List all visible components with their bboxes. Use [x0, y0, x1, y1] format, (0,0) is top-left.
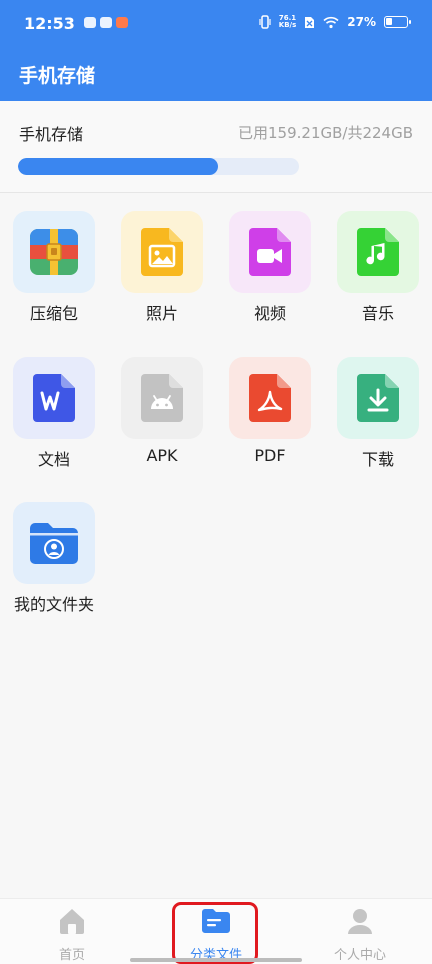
apk-tile: [121, 357, 203, 439]
home-indicator[interactable]: [130, 958, 302, 962]
category-label: 下载: [361, 450, 394, 469]
storage-panel: 手机存储 已用159.21GB/共224GB: [0, 101, 432, 193]
category-videos[interactable]: 视频: [220, 211, 320, 324]
battery-icon: [384, 16, 411, 28]
wifi-icon: [323, 16, 339, 28]
category-label: 音乐: [361, 304, 394, 323]
my-folder-tile: [13, 502, 95, 584]
category-label: PDF: [254, 446, 286, 465]
category-label: APK: [146, 446, 178, 465]
document-tile: [13, 357, 95, 439]
status-bar: 12:53 76.1 KB/s 27%: [0, 0, 432, 43]
photo-icon: [141, 228, 183, 276]
category-pdf[interactable]: PDF: [220, 357, 320, 465]
nav-label: 个人中心: [333, 948, 386, 963]
category-label: 照片: [145, 304, 178, 323]
category-label: 视频: [253, 304, 286, 323]
category-label: 我的文件夹: [13, 595, 94, 614]
pdf-tile: [229, 357, 311, 439]
category-label: 文档: [37, 450, 70, 469]
no-sim-icon: [305, 16, 315, 28]
video-tile: [229, 211, 311, 293]
notification-app-icon: [84, 17, 96, 28]
network-speed: 76.1 KB/s: [279, 15, 296, 29]
network-speed-unit: KB/s: [278, 21, 297, 29]
vibrate-icon: [259, 15, 271, 29]
category-documents[interactable]: 文档: [4, 357, 104, 470]
download-tile: [337, 357, 419, 439]
storage-progress-bar: [18, 158, 299, 175]
category-label: 压缩包: [29, 304, 78, 323]
category-archive[interactable]: 压缩包: [4, 211, 104, 324]
nav-home[interactable]: 首页: [22, 907, 122, 963]
storage-label: 手机存储: [19, 125, 84, 144]
word-doc-icon: [33, 374, 75, 422]
news-notification-icon: [116, 17, 128, 28]
category-photos[interactable]: 照片: [112, 211, 212, 324]
download-icon: [357, 374, 399, 422]
video-icon: [249, 228, 291, 276]
android-icon: [141, 374, 183, 422]
storage-usage: 已用159.21GB/共224GB: [238, 124, 413, 142]
pdf-icon: [249, 374, 291, 422]
highlight-box: [172, 902, 258, 964]
photo-tile: [121, 211, 203, 293]
status-right: 76.1 KB/s 27%: [259, 15, 411, 29]
archive-tile: [13, 211, 95, 293]
nav-label: 首页: [58, 948, 85, 963]
nav-profile[interactable]: 个人中心: [310, 907, 410, 963]
category-downloads[interactable]: 下载: [328, 357, 428, 470]
storage-progress-fill: [18, 158, 218, 175]
status-time: 12:53: [24, 14, 75, 33]
battery-percent: 27%: [347, 15, 376, 29]
category-music[interactable]: 音乐: [328, 211, 428, 324]
home-icon: [60, 909, 84, 934]
category-apk[interactable]: APK: [112, 357, 212, 465]
music-tile: [337, 211, 419, 293]
user-icon: [348, 909, 372, 934]
category-my-folders[interactable]: 我的文件夹: [4, 502, 104, 615]
app-bar: 手机存储: [0, 43, 432, 101]
notification-icons: [84, 17, 128, 28]
play-notification-icon: [100, 17, 112, 28]
page-title: 手机存储: [19, 65, 96, 87]
user-folder-icon: [30, 523, 78, 564]
music-icon: [357, 228, 399, 276]
archive-icon: [30, 229, 78, 275]
